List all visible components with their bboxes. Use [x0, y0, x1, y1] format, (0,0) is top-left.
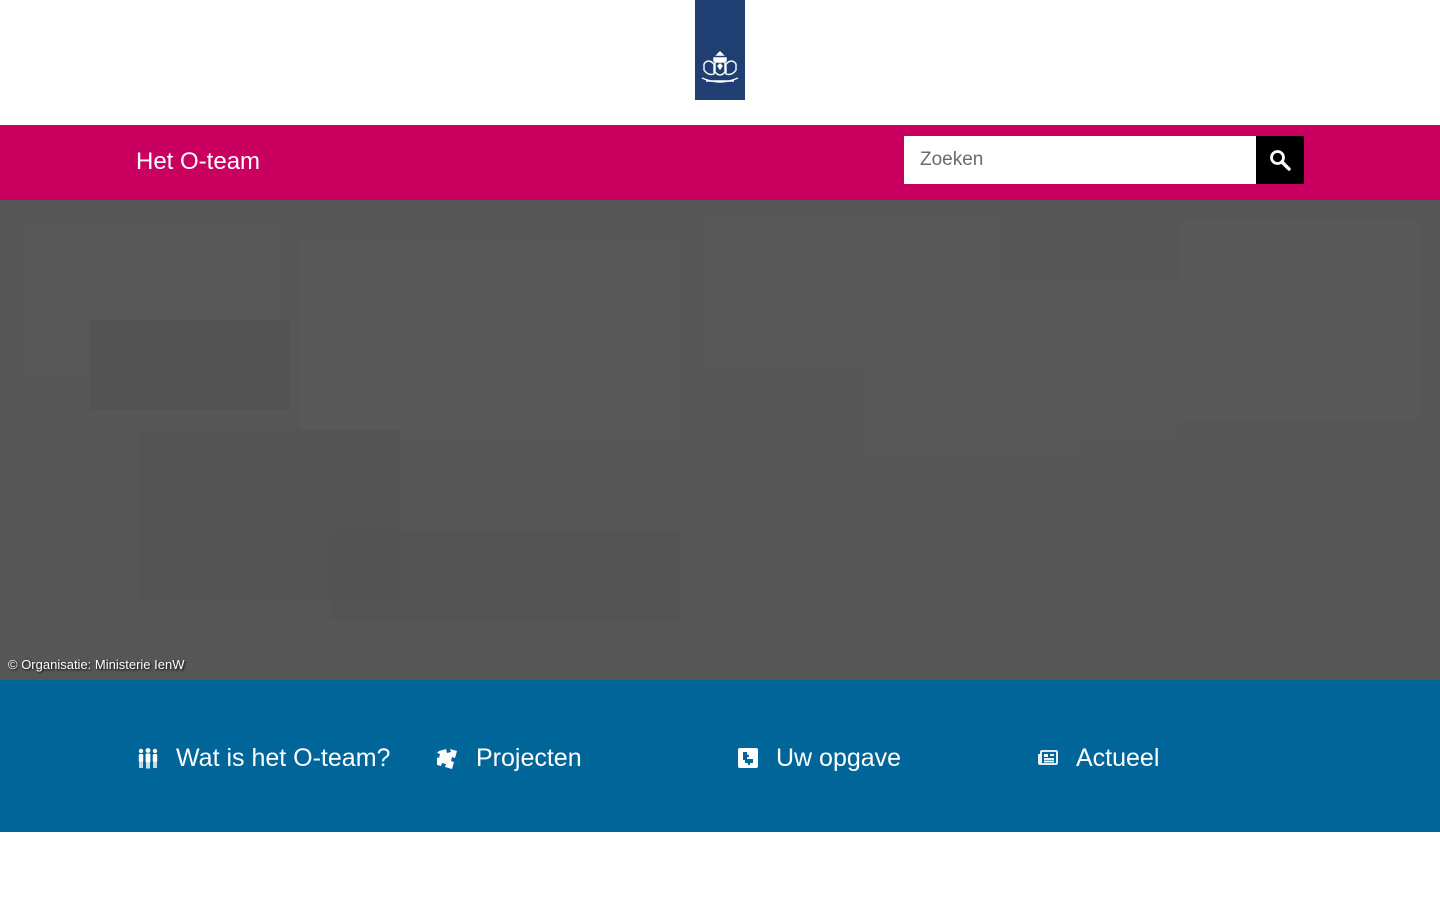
- nav-item-actueel[interactable]: Actueel: [1036, 742, 1159, 774]
- puzzle-piece-icon: [736, 746, 760, 770]
- hero-image: © Organisatie: Ministerie IenW: [0, 200, 1440, 680]
- nav-item-wat-is-het-o-team[interactable]: Wat is het O-team?: [136, 742, 390, 774]
- logo-bar: [0, 0, 1440, 125]
- site-title[interactable]: Het O-team: [136, 146, 260, 178]
- main-navigation: Wat is het O-team? Projecten Uw opgave A…: [0, 680, 1440, 832]
- search-form: [904, 136, 1304, 184]
- nav-item-label: Actueel: [1076, 743, 1160, 772]
- site-header: Het O-team: [0, 125, 1440, 200]
- nav-item-label: Wat is het O-team?: [176, 743, 391, 772]
- hero-photo-overlay: [0, 200, 1440, 680]
- search-icon: [1270, 150, 1291, 171]
- rijksoverheid-logo[interactable]: [695, 0, 745, 100]
- nav-item-label: Projecten: [476, 743, 582, 772]
- nav-item-uw-opgave[interactable]: Uw opgave: [736, 742, 901, 774]
- coat-of-arms-icon: [701, 51, 739, 83]
- newspaper-icon: [1036, 746, 1060, 770]
- search-button[interactable]: [1256, 136, 1304, 184]
- nav-item-projecten[interactable]: Projecten: [436, 742, 582, 774]
- search-input[interactable]: [904, 136, 1256, 184]
- puzzle-icon: [436, 746, 460, 770]
- image-credit: © Organisatie: Ministerie IenW: [8, 657, 185, 672]
- people-icon: [136, 746, 160, 770]
- nav-item-label: Uw opgave: [776, 743, 902, 772]
